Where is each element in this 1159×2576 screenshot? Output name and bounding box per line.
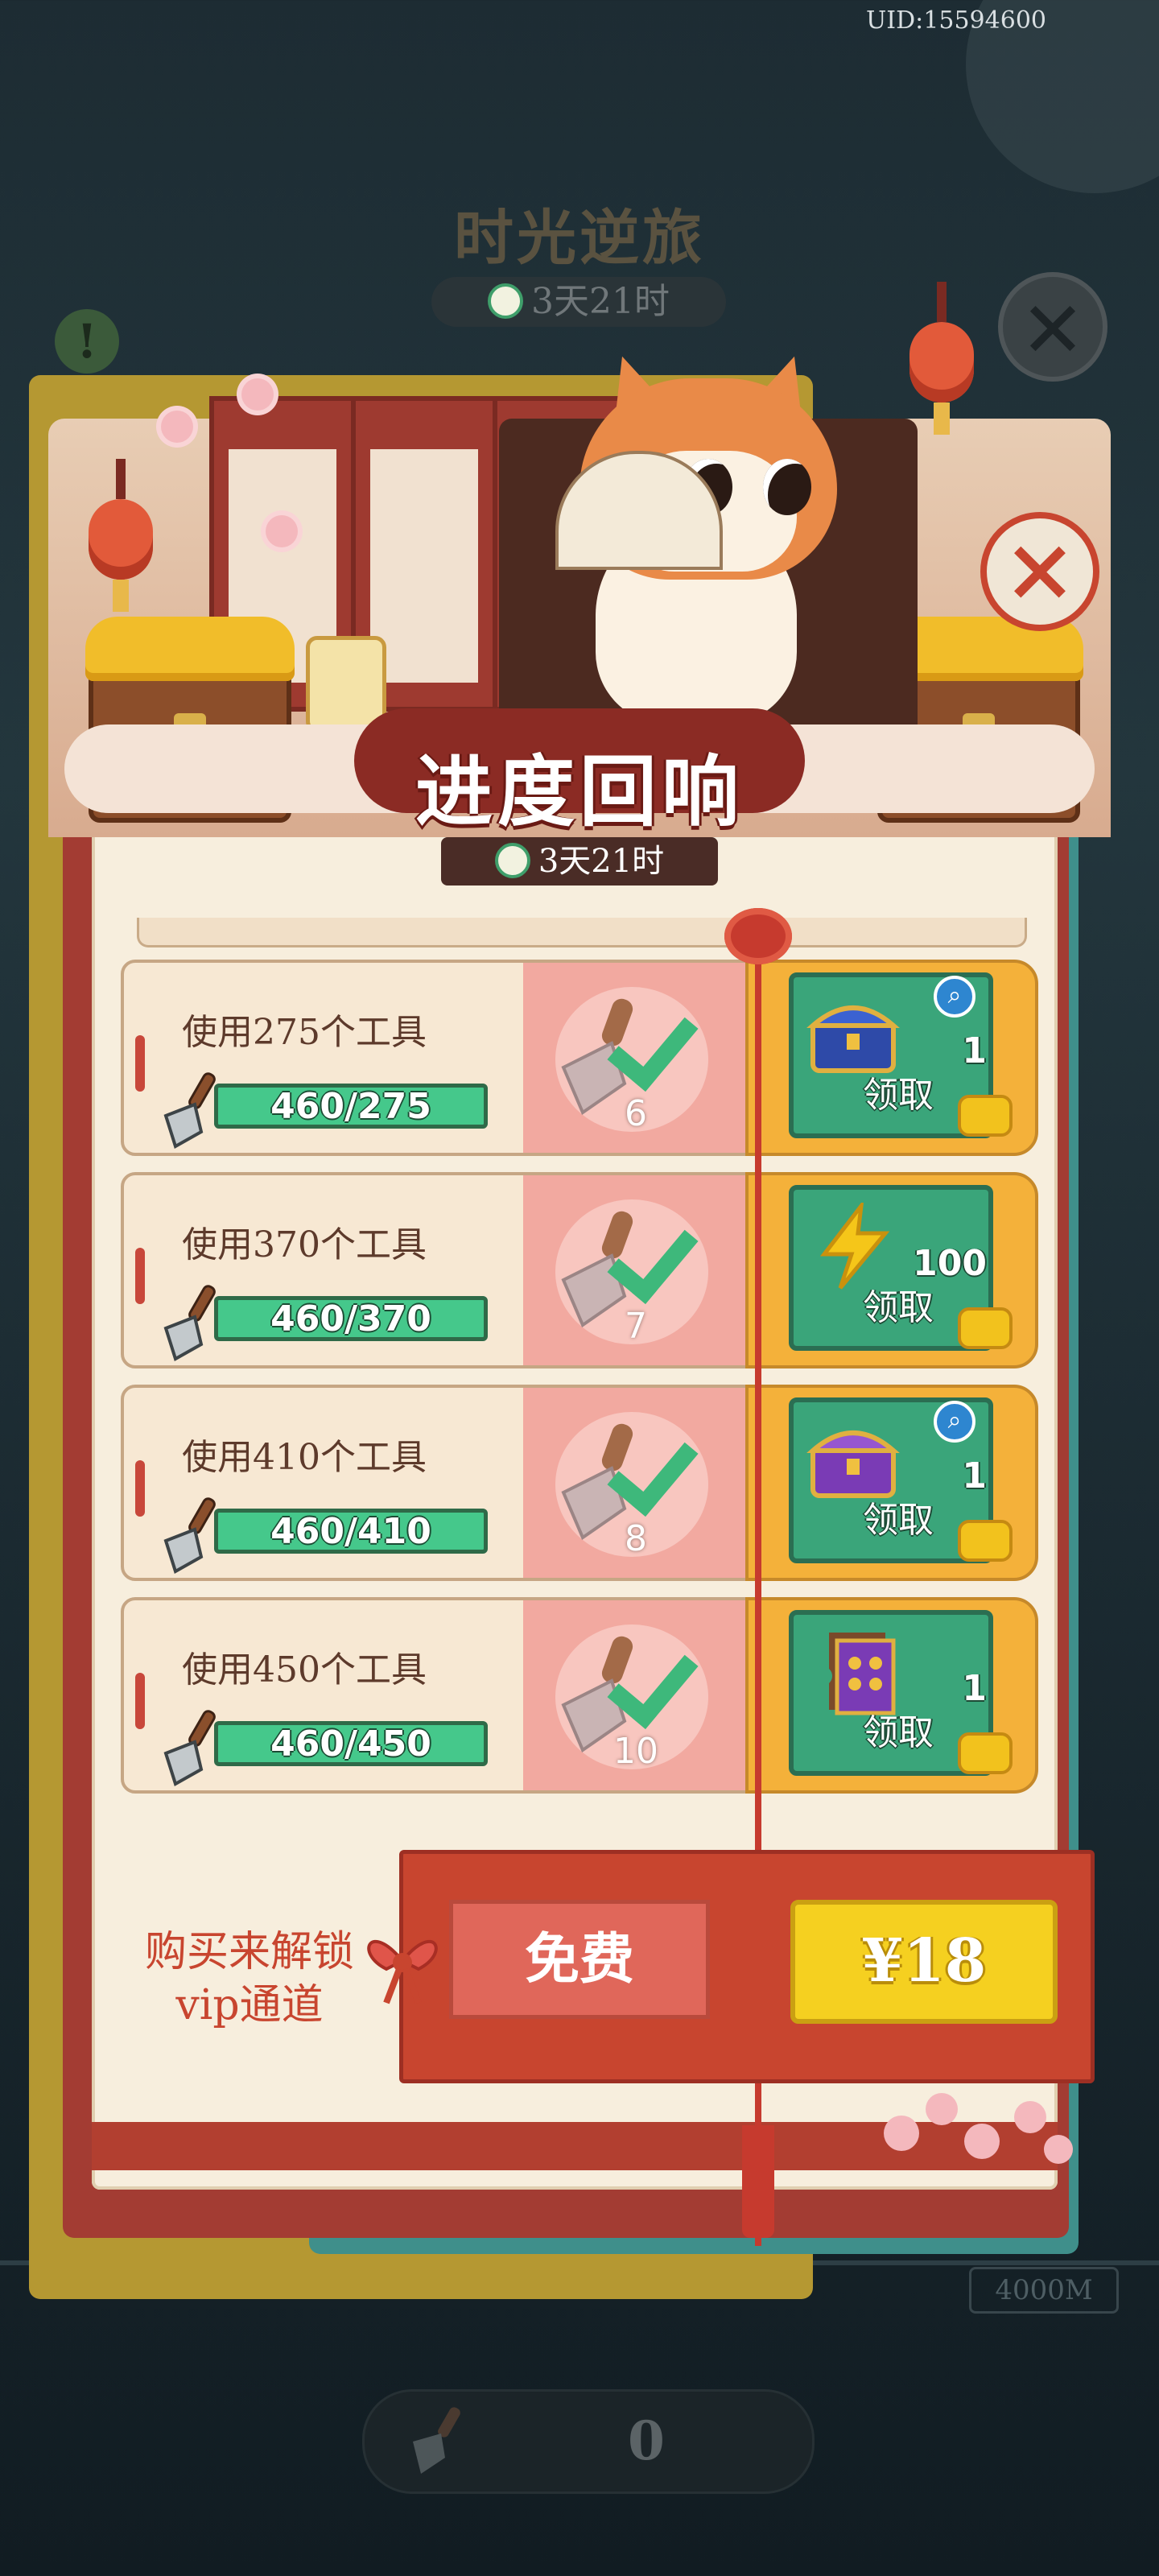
blossom bbox=[241, 378, 274, 411]
list-item-partial bbox=[137, 918, 1027, 947]
tassel bbox=[742, 2125, 774, 2238]
row-marker bbox=[135, 1460, 145, 1517]
milestone-number: 10 bbox=[613, 1731, 658, 1772]
progress-text: 460/370 bbox=[270, 1298, 431, 1340]
claim-label: 领取 bbox=[863, 1712, 934, 1753]
gold-ingot-icon bbox=[958, 1307, 1013, 1349]
progress-bar: 460/275 bbox=[214, 1084, 488, 1129]
task-label: 使用410个工具 bbox=[182, 1437, 427, 1478]
milestone-number: 7 bbox=[625, 1306, 647, 1347]
chinese-knot-icon bbox=[724, 908, 792, 964]
progress-bar: 460/450 bbox=[214, 1721, 488, 1766]
task-row: 使用410个工具 460/410 8 1 领取 ⌕ bbox=[121, 1385, 1038, 1581]
background-event-title: 时光逆旅 bbox=[454, 204, 705, 273]
claim-label: 领取 bbox=[863, 1500, 934, 1541]
panel-timer: 3天21时 bbox=[441, 837, 718, 886]
free-tier-button[interactable]: 免费 bbox=[449, 1900, 710, 2019]
task-row: 使用370个工具 460/370 7 100 领取 bbox=[121, 1172, 1038, 1368]
clock-icon bbox=[488, 283, 523, 319]
alert-icon: ! bbox=[55, 309, 119, 374]
blossom bbox=[266, 515, 298, 547]
background-tool-counter: 0 bbox=[362, 2389, 815, 2494]
progress-text: 460/410 bbox=[270, 1511, 431, 1552]
task-row: 使用275个工具 460/275 6 1 领取 ⌕ bbox=[121, 960, 1038, 1156]
gold-ingot-icon bbox=[958, 1520, 1013, 1562]
magnifier-icon[interactable]: ⌕ bbox=[934, 976, 975, 1018]
clock-icon bbox=[494, 843, 530, 878]
vip-unlock-text: 购买来解锁 vip通道 bbox=[129, 1926, 370, 2032]
background-event-timer: 3天21时 bbox=[431, 277, 726, 327]
milestone-cell: 7 bbox=[523, 1172, 745, 1368]
vip-unlock-line2: vip通道 bbox=[175, 1981, 324, 2029]
row-marker bbox=[135, 1035, 145, 1092]
user-id-label: UID:15594600 bbox=[866, 6, 1046, 35]
lantern-left bbox=[89, 459, 153, 612]
background-close-icon: ✕ bbox=[998, 272, 1107, 382]
background-distance-label: 4000M bbox=[969, 2267, 1119, 2314]
progress-text: 460/450 bbox=[270, 1724, 431, 1765]
cat-eye-right bbox=[763, 459, 811, 515]
milestone-number: 6 bbox=[625, 1093, 647, 1134]
buy-vip-button[interactable]: ¥18 bbox=[790, 1900, 1058, 2024]
milestone-cell: 8 bbox=[523, 1385, 745, 1581]
row-marker bbox=[135, 1673, 145, 1729]
vip-unlock-line1: 购买来解锁 bbox=[144, 1928, 354, 1976]
lantern-right bbox=[909, 282, 974, 435]
progress-bar: 460/410 bbox=[214, 1509, 488, 1554]
progress-bar: 460/370 bbox=[214, 1296, 488, 1341]
task-row: 使用450个工具 460/450 10 1 领取 bbox=[121, 1597, 1038, 1794]
gold-ingot-icon bbox=[958, 1732, 1013, 1774]
magnifier-icon[interactable]: ⌕ bbox=[934, 1401, 975, 1443]
blossom bbox=[161, 411, 193, 443]
milestone-number: 8 bbox=[625, 1518, 647, 1559]
cherry-blossom-decoration bbox=[884, 2093, 1073, 2164]
ribbon-bow-icon bbox=[367, 1939, 438, 2004]
claim-label: 领取 bbox=[863, 1075, 934, 1116]
background-timer-text: 3天21时 bbox=[531, 281, 670, 322]
panel-title: 进度回响 bbox=[415, 746, 744, 837]
milestone-cell: 10 bbox=[523, 1597, 745, 1794]
close-button[interactable]: × bbox=[980, 512, 1099, 631]
claim-label: 领取 bbox=[863, 1287, 934, 1328]
progress-text: 460/275 bbox=[270, 1086, 431, 1127]
background-tool-count: 0 bbox=[628, 2409, 665, 2472]
task-label: 使用450个工具 bbox=[182, 1649, 427, 1690]
milestone-cell: 6 bbox=[523, 960, 745, 1156]
task-label: 使用370个工具 bbox=[182, 1224, 427, 1265]
panel-timer-text: 3天21时 bbox=[538, 843, 665, 880]
row-marker bbox=[135, 1248, 145, 1304]
gold-ingot-icon bbox=[958, 1095, 1013, 1137]
shovel-icon bbox=[413, 2407, 460, 2474]
task-label: 使用275个工具 bbox=[182, 1012, 427, 1053]
